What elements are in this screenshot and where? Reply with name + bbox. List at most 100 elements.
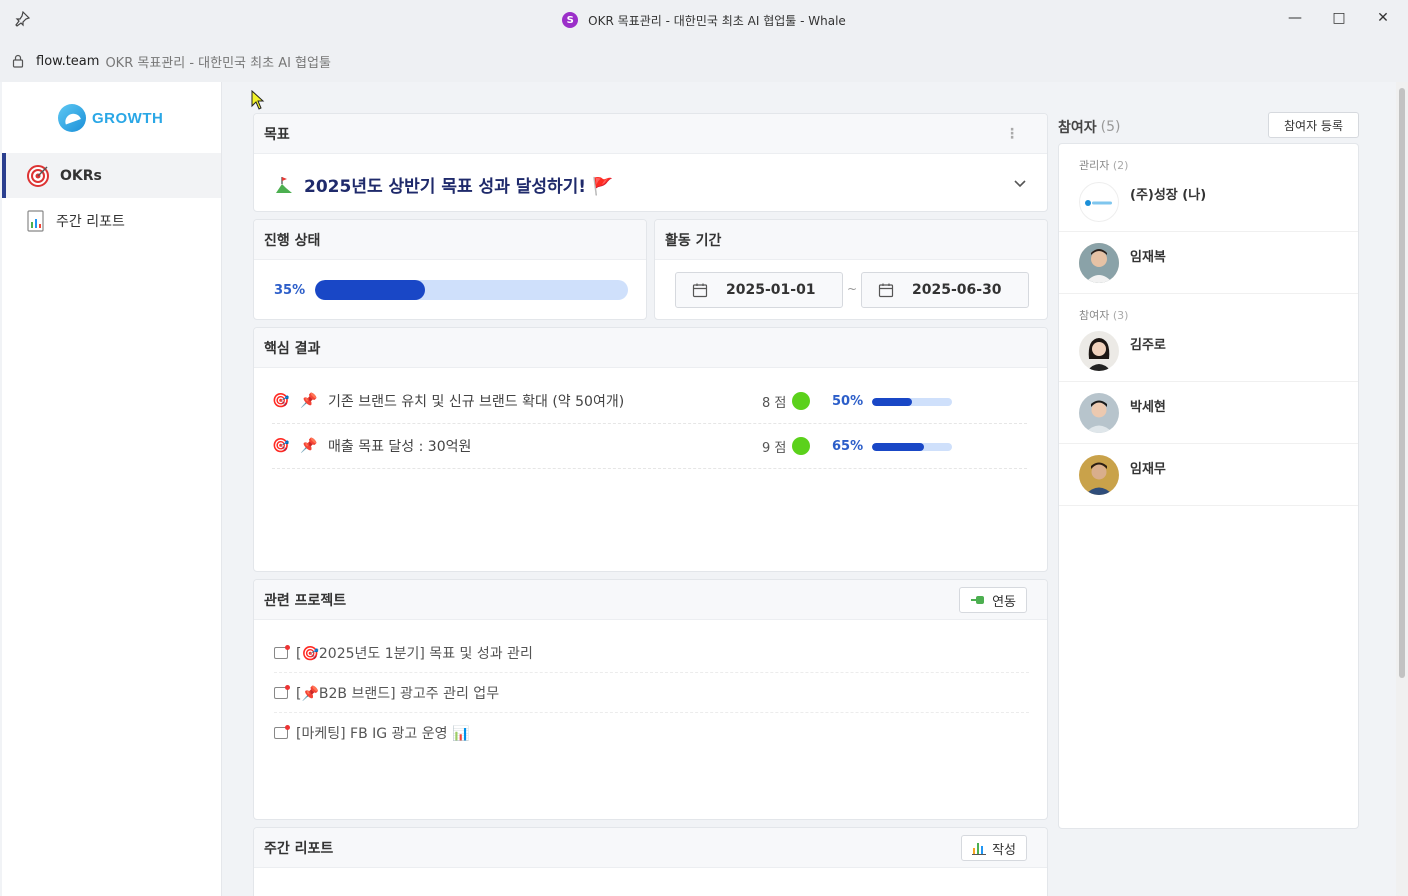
participant-name: 김주로	[1130, 338, 1166, 353]
calendar-icon	[692, 283, 708, 298]
window-title: OKR 목표관리 - 대한민국 최초 AI 협업툴 - Whale	[588, 13, 846, 28]
start-date-field[interactable]: 2025-01-01	[675, 272, 843, 308]
sidebar-item-okrs[interactable]: OKRs	[2, 153, 221, 198]
project-name: [📌B2B 브랜드] 광고주 관리 업무	[296, 685, 500, 702]
key-result-score-value: 9 점	[762, 440, 787, 456]
project-item[interactable]: [마케팅] FB IG 광고 운영 📊	[274, 713, 1029, 753]
sidebar: GROWTH OKRs 주간 리포트	[2, 82, 222, 896]
progress-bar	[315, 280, 629, 300]
participants-count: (5)	[1100, 119, 1121, 135]
bar-chart-icon	[972, 843, 987, 855]
growth-logo[interactable]: GROWTH	[58, 104, 163, 132]
register-participant-button[interactable]: 참여자 등록	[1268, 112, 1359, 138]
participant-item[interactable]: 임재복	[1059, 232, 1358, 294]
weekly-report-card: 주간 리포트 작성	[253, 827, 1048, 896]
progress-section-title: 진행 상태	[264, 232, 321, 249]
progress-card: 진행 상태 35%	[253, 219, 647, 320]
key-result-text: 기존 브랜드 유치 및 신규 브랜드 확대 (약 50여개)	[328, 394, 625, 410]
sidebar-nav: OKRs 주간 리포트	[2, 153, 221, 243]
mouse-cursor-icon	[251, 90, 265, 110]
projects-section-title: 관련 프로젝트	[264, 592, 347, 609]
plug-icon	[971, 596, 985, 604]
participants-title: 참여자	[1058, 120, 1097, 136]
close-icon[interactable]: ✕	[1360, 0, 1406, 36]
goal-title-row[interactable]: 2025년도 상반기 목표 성과 달성하기! 🚩	[274, 172, 613, 197]
project-item[interactable]: [🎯2025년도 1분기] 목표 및 성과 관리	[274, 633, 1029, 673]
start-date-value: 2025-01-01	[726, 282, 816, 298]
chevron-down-icon[interactable]	[1013, 176, 1027, 190]
scrollbar-thumb[interactable]	[1399, 88, 1405, 678]
key-results-card-header: 핵심 결과	[254, 328, 1047, 368]
key-result-progress-fill	[872, 398, 912, 406]
pin-icon[interactable]	[14, 11, 30, 27]
participant-name: 박세현	[1130, 400, 1166, 415]
participant-item[interactable]: 임재무	[1059, 444, 1358, 506]
link-project-button[interactable]: 연동	[959, 587, 1027, 613]
more-options-icon[interactable]: ⋮	[1005, 126, 1019, 142]
maximize-icon[interactable]: □	[1316, 0, 1362, 36]
score-status-dot	[792, 437, 811, 455]
admin-section-label: 관리자 (2)	[1079, 157, 1128, 173]
pushpin-icon: 📌	[300, 393, 318, 409]
goal-card-header: 목표 ⋮	[254, 114, 1047, 154]
key-result-text: 매출 목표 달성 : 30억원	[328, 439, 472, 455]
address-bar[interactable]: flow.team OKR 목표관리 - 대한민국 최초 AI 협업툴	[0, 40, 1408, 82]
key-result-score: 9 점	[762, 437, 811, 456]
key-results-card: 핵심 결과 🎯 📌 기존 브랜드 유치 및 신규 브랜드 확대 (약 50여개)…	[253, 327, 1048, 572]
progress-card-header: 진행 상태	[254, 220, 646, 260]
goal-title: 2025년도 상반기 목표 성과 달성하기! 🚩	[304, 177, 614, 197]
participant-name: 임재복	[1130, 250, 1166, 265]
window-title-group: S OKR 목표관리 - 대한민국 최초 AI 협업툴 - Whale	[562, 12, 846, 29]
avatar	[1079, 455, 1119, 495]
date-separator: ~	[847, 282, 858, 296]
participant-item[interactable]: 박세현	[1059, 382, 1358, 444]
key-results-section-title: 핵심 결과	[264, 340, 321, 357]
key-result-row[interactable]: 🎯 📌 기존 브랜드 유치 및 신규 브랜드 확대 (약 50여개) 8 점 5…	[272, 379, 1027, 424]
key-result-progress-bar	[872, 443, 952, 451]
goal-card: 목표 ⋮ 2025년도 상반기 목표 성과 달성하기! 🚩	[253, 113, 1048, 212]
period-section-title: 활동 기간	[665, 232, 722, 249]
progress-percent: 35%	[274, 282, 306, 298]
minimize-icon[interactable]: —	[1272, 0, 1318, 36]
target-icon: 🎯	[272, 393, 290, 409]
participant-item[interactable]: (주)성장 (나)	[1059, 172, 1358, 232]
score-status-dot	[792, 392, 811, 410]
sidebar-item-label: 주간 리포트	[56, 213, 125, 230]
page-scrollbar[interactable]	[1396, 82, 1408, 896]
sidebar-item-weekly-report[interactable]: 주간 리포트	[2, 198, 221, 243]
end-date-field[interactable]: 2025-06-30	[861, 272, 1029, 308]
participant-name: (주)성장 (나)	[1130, 188, 1207, 203]
period-card: 활동 기간 2025-01-01 ~ 2025-06-30	[654, 219, 1048, 320]
avatar	[1079, 182, 1119, 222]
participant-item[interactable]: 김주로	[1059, 320, 1358, 382]
pushpin-icon: 📌	[300, 438, 318, 454]
project-icon	[274, 684, 290, 699]
whale-app-icon: S	[562, 12, 579, 28]
project-item[interactable]: [📌B2B 브랜드] 광고주 관리 업무	[274, 673, 1029, 713]
address-path: OKR 목표관리 - 대한민국 최초 AI 협업툴	[105, 55, 331, 71]
project-name: [마케팅] FB IG 광고 운영 📊	[296, 726, 470, 742]
admin-count: (2)	[1112, 159, 1129, 172]
key-result-score: 8 점	[762, 392, 811, 411]
project-icon	[274, 725, 290, 739]
calendar-icon	[878, 283, 894, 298]
target-icon: 🎯	[272, 438, 290, 454]
key-result-progress-bar	[872, 398, 952, 406]
avatar	[1079, 243, 1119, 283]
write-report-label: 작성	[992, 842, 1016, 858]
report-icon	[27, 209, 44, 232]
person-photo-icon	[1079, 455, 1119, 495]
participants-panel: 관리자 (2) (주)성장 (나) 임재복 참여자 (3) 김주로 박세현 임재…	[1058, 143, 1359, 829]
key-result-score-value: 8 점	[762, 395, 787, 411]
company-logo-icon	[1085, 200, 1112, 206]
avatar	[1079, 393, 1119, 433]
address-domain: flow.team	[36, 53, 100, 69]
participant-name: 임재무	[1130, 462, 1166, 477]
key-result-row[interactable]: 🎯 📌 매출 목표 달성 : 30억원 9 점 65%	[272, 424, 1027, 469]
projects-card-header: 관련 프로젝트 연동	[254, 580, 1047, 620]
lock-icon	[12, 54, 24, 68]
growth-logo-icon	[58, 104, 86, 132]
weekly-report-section-title: 주간 리포트	[264, 840, 334, 857]
growth-logo-text: GROWTH	[92, 109, 164, 127]
write-report-button[interactable]: 작성	[961, 835, 1027, 861]
